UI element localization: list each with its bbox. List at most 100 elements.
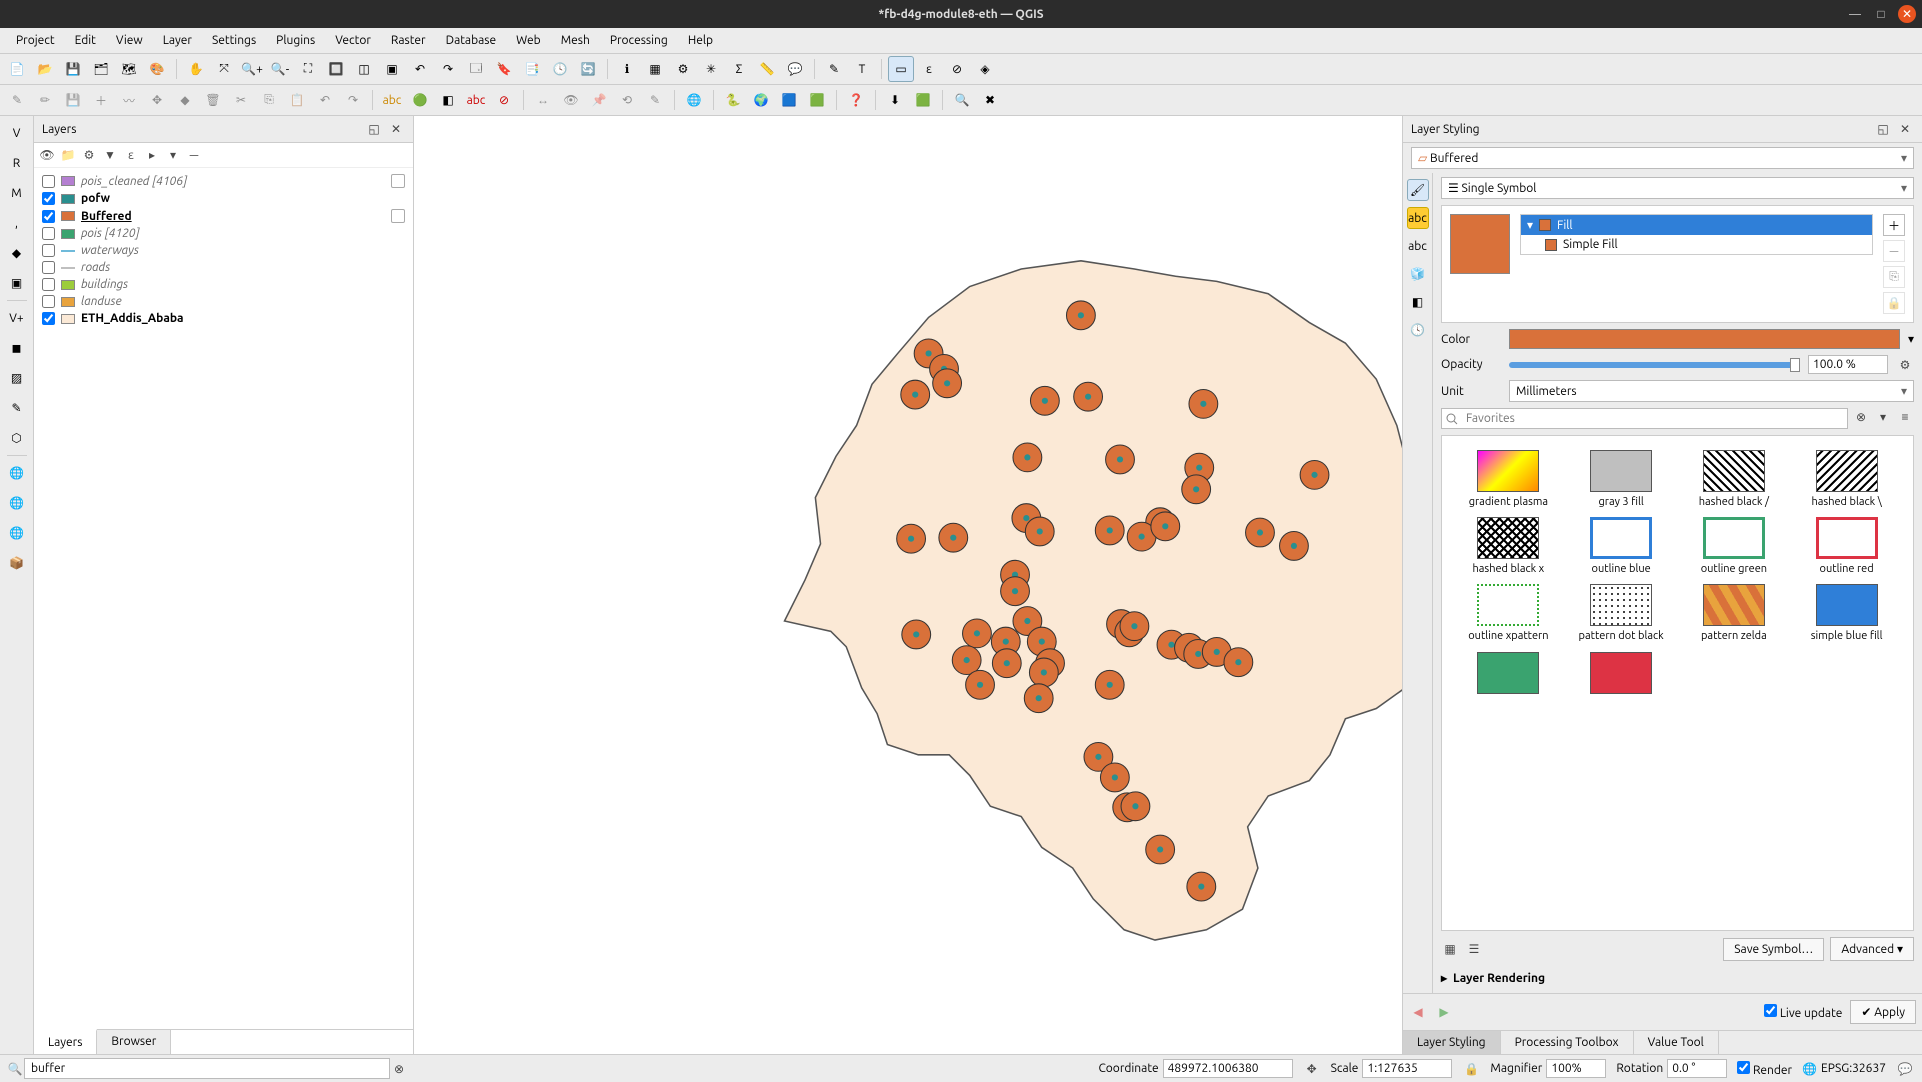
layer-label[interactable]: pois [4120] [81,227,140,240]
style-search-input[interactable] [1441,408,1848,429]
expression-filter-icon[interactable]: ε [122,146,140,164]
quickosm-icon[interactable]: 🌐 [681,87,707,113]
render-checkbox[interactable]: Render [1737,1061,1792,1077]
clear-locator-icon[interactable]: ⊗ [390,1060,408,1078]
add-wcs-icon[interactable]: 🌐 [4,520,30,546]
lock-scale-icon[interactable]: 🔒 [1462,1060,1480,1078]
zoom-native-icon[interactable]: ⛶ [295,56,321,82]
osm-download-icon[interactable]: 🌍 [748,87,774,113]
save-edits-icon[interactable]: 💾 [60,87,86,113]
layer-visibility-checkbox[interactable] [42,244,55,257]
menu-view[interactable]: View [106,31,153,50]
style-gallery[interactable]: gradient plasmagray 3 fillhashed black /… [1441,435,1914,931]
label-single-icon[interactable]: abc [379,87,405,113]
new-virtual-icon[interactable]: ⬡ [4,425,30,451]
zoom-last-icon[interactable]: ↶ [407,56,433,82]
layer-item[interactable]: roads [40,259,407,276]
layer-visibility-checkbox[interactable] [42,227,55,240]
layer-label[interactable]: waterways [81,244,139,257]
layer-label[interactable]: ETH_Addis_Ababa [81,312,184,325]
delete-selected-icon[interactable]: 🗑 [200,87,226,113]
zoom-full-icon[interactable]: 🔲 [323,56,349,82]
diagram-icon[interactable]: ◧ [435,87,461,113]
new-map-view-icon[interactable]: 🗔 [463,56,489,82]
style-preset[interactable]: outline green [1682,517,1787,576]
label-change-icon[interactable]: ✎ [642,87,668,113]
add-raster-icon[interactable]: R [4,150,30,176]
crs-button[interactable]: 🌐 EPSG:32637 [1802,1062,1886,1076]
select-by-value-icon[interactable]: ε [916,56,942,82]
symbol-tree-fill[interactable]: ▾ Fill [1521,215,1872,235]
3d-tab-icon[interactable]: 🧊 [1407,263,1429,285]
menu-project[interactable]: Project [6,31,65,50]
layer-rendering-expander[interactable]: ▸ Layer Rendering [1441,967,1914,989]
label-pin-icon[interactable]: 📌 [586,87,612,113]
new-project-icon[interactable]: 📄 [4,56,30,82]
style-preset[interactable] [1569,652,1674,694]
style-preset[interactable]: simple blue fill [1794,584,1899,643]
cut-icon[interactable]: ✂ [228,87,254,113]
style-preset[interactable]: pattern dot black [1569,584,1674,643]
style-preset[interactable]: gray 3 fill [1569,450,1674,509]
add-symbol-layer-icon[interactable]: ＋ [1883,214,1905,236]
magnifier-input[interactable] [1546,1059,1606,1078]
style-undo-icon[interactable]: ◀ [1409,1003,1427,1021]
attribute-table-icon[interactable]: ▦ [642,56,668,82]
layer-visibility-checkbox[interactable] [42,261,55,274]
style-preset[interactable]: hashed black x [1456,517,1561,576]
new-shapefile-icon[interactable]: V+ [4,305,30,331]
layer-visibility-checkbox[interactable] [42,192,55,205]
annotation-icon[interactable]: ✎ [821,56,847,82]
maximize-button[interactable]: □ [1872,5,1890,23]
layer-item[interactable]: buildings [40,276,407,293]
opacity-slider[interactable] [1509,362,1800,368]
label-highlight-icon[interactable]: abc [463,87,489,113]
pan-to-selection-icon[interactable]: ⤧ [211,56,237,82]
menu-raster[interactable]: Raster [381,31,436,50]
layout-manager-icon[interactable]: 🗺 [116,56,142,82]
layer-visibility-checkbox[interactable] [42,278,55,291]
opacity-dd-icon[interactable]: ⚙ [1896,356,1914,374]
style-manager-icon[interactable]: 🎨 [144,56,170,82]
add-feature-icon[interactable]: ＋ [88,87,114,113]
zoom-layer-icon[interactable]: ▣ [379,56,405,82]
refresh-icon[interactable]: 🔄 [575,56,601,82]
copy-icon[interactable]: ⎘ [256,87,282,113]
style-preset[interactable]: gradient plasma [1456,450,1561,509]
apply-button[interactable]: ✔ Apply [1850,1000,1916,1024]
style-type-dropdown-icon[interactable]: ▾ [1874,408,1892,426]
menu-settings[interactable]: Settings [202,31,266,50]
georef-icon[interactable]: ⬇ [882,87,908,113]
new-gpkg-icon[interactable]: ◼ [4,335,30,361]
label-rule-icon[interactable]: 🟢 [407,87,433,113]
color-dropdown-icon[interactable]: ▾ [1908,332,1914,346]
label-move-icon[interactable]: ↔ [530,87,556,113]
extents-icon[interactable]: ✥ [1303,1060,1321,1078]
layer-label[interactable]: landuse [81,295,122,308]
layer-item[interactable]: Buffered [40,207,407,225]
add-wfs-icon[interactable]: 🌐 [4,490,30,516]
layer-item[interactable]: pois [4120] [40,225,407,242]
menu-help[interactable]: Help [678,31,723,50]
menu-processing[interactable]: Processing [600,31,678,50]
style-preset[interactable]: outline red [1794,517,1899,576]
help-icon[interactable]: ❓ [843,87,869,113]
tab-value-tool[interactable]: Value Tool [1634,1031,1719,1054]
style-redo-icon[interactable]: ▶ [1435,1003,1453,1021]
diagrams-tab-icon[interactable]: ◧ [1407,291,1429,313]
layer-tree[interactable]: pois_cleaned [4106]pofwBufferedpois [412… [34,168,413,1029]
layer-label[interactable]: pois_cleaned [4106] [81,175,187,188]
plugin3-icon[interactable]: 🟩 [910,87,936,113]
panel-close-icon[interactable]: ✕ [1896,120,1914,138]
plugin5-icon[interactable]: ✖ [977,87,1003,113]
rotation-input[interactable] [1667,1059,1727,1078]
style-view-icons-icon[interactable]: ▦ [1441,940,1459,958]
menu-vector[interactable]: Vector [325,31,381,50]
save-project-icon[interactable]: 💾 [60,56,86,82]
map-tips-icon[interactable]: 💬 [782,56,808,82]
plugin2-icon[interactable]: 🟩 [804,87,830,113]
new-print-layout-icon[interactable]: 🗂 [88,56,114,82]
lock-symbol-icon[interactable]: 🔒 [1883,292,1905,314]
measure-icon[interactable]: 📏 [754,56,780,82]
style-view-list-icon[interactable]: ☰ [1465,940,1483,958]
